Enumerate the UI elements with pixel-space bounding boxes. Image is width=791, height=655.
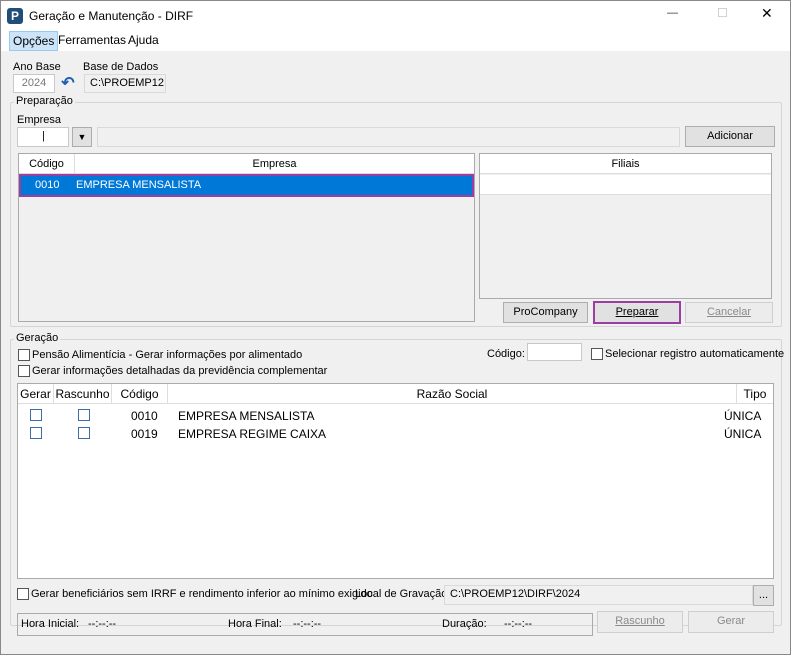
- procompany-button[interactable]: ProCompany: [503, 302, 588, 323]
- gerar-button[interactable]: Gerar: [688, 611, 774, 633]
- cancelar-button[interactable]: Cancelar: [685, 302, 773, 323]
- row-tipo: ÚNICA: [724, 427, 762, 441]
- hora-final-label: Hora Final:: [228, 618, 282, 630]
- row-razao: EMPRESA MENSALISTA: [178, 409, 315, 423]
- pensao-checkbox[interactable]: [18, 349, 30, 361]
- row-tipo: ÚNICA: [724, 409, 762, 423]
- empresa-name-field: [97, 127, 680, 147]
- window-title: Geração e Manutenção - DIRF: [29, 9, 194, 23]
- pensao-label: Pensão Alimentícia - Gerar informações p…: [32, 349, 303, 361]
- col-filiais: Filiais: [480, 154, 771, 174]
- table-row[interactable]: 0010 EMPRESA MENSALISTA ÚNICA: [18, 408, 773, 426]
- gerar-checkbox[interactable]: [30, 409, 42, 421]
- row-codigo: 0010: [35, 179, 60, 191]
- preparacao-title: Preparação: [14, 95, 75, 107]
- status-panel: Hora Inicial: --:--:-- Hora Final: --:--…: [17, 613, 593, 636]
- hora-inicial-value: --:--:--: [88, 618, 117, 630]
- col-codigo[interactable]: Código: [19, 154, 75, 174]
- menu-bar: Opções Ferramentas Ajuda: [1, 30, 790, 51]
- beneficiarios-label: Gerar beneficiários sem IRRF e rendiment…: [31, 588, 373, 600]
- auto-select-checkbox[interactable]: [591, 348, 603, 360]
- col-empresa[interactable]: Empresa: [75, 154, 474, 174]
- menu-ferramentas[interactable]: Ferramentas: [58, 33, 126, 47]
- empresa-code-input[interactable]: |: [17, 127, 69, 147]
- local-gravacao-label: Local de Gravação: [355, 588, 448, 600]
- col-codigo[interactable]: Código: [112, 384, 168, 404]
- filiais-grid: Filiais: [479, 153, 772, 299]
- base-dados-field: C:\PROEMP12: [84, 74, 166, 93]
- rascunho-checkbox[interactable]: [78, 427, 90, 439]
- browse-button[interactable]: ...: [753, 585, 774, 606]
- local-gravacao-field: C:\PROEMP12\DIRF\2024: [444, 585, 753, 605]
- col-rascunho[interactable]: Rascunho: [54, 384, 112, 404]
- codigo-label: Código:: [487, 348, 525, 360]
- ano-base-input[interactable]: 2024: [13, 74, 55, 93]
- empresa-label: Empresa: [17, 114, 62, 126]
- maximize-button[interactable]: ☐: [717, 6, 728, 20]
- empresa-grid: Código Empresa 0010 EMPRESA MENSALISTA: [18, 153, 475, 322]
- geracao-table: Gerar Rascunho Código Razão Social Tipo …: [17, 383, 774, 579]
- duracao-label: Duração:: [442, 618, 487, 630]
- menu-ajuda[interactable]: Ajuda: [128, 33, 159, 47]
- codigo-input[interactable]: [527, 343, 582, 361]
- gerar-checkbox[interactable]: [30, 427, 42, 439]
- row-codigo: 0010: [131, 409, 158, 423]
- rascunho-checkbox[interactable]: [78, 409, 90, 421]
- col-gerar[interactable]: Gerar: [18, 384, 54, 404]
- undo-icon[interactable]: ↶: [58, 74, 78, 93]
- previdencia-checkbox[interactable]: [18, 365, 30, 377]
- hora-inicial-label: Hora Inicial:: [21, 618, 80, 630]
- table-row[interactable]: 0019 EMPRESA REGIME CAIXA ÚNICA: [18, 426, 773, 444]
- menu-opcoes[interactable]: Opções: [9, 31, 59, 51]
- rascunho-button[interactable]: Rascunho: [597, 611, 683, 633]
- title-bar: P Geração e Manutenção - DIRF — ☐ ✕: [1, 1, 790, 30]
- app-logo-icon: P: [7, 8, 23, 24]
- base-dados-label: Base de Dados: [83, 61, 159, 73]
- table-row[interactable]: 0010 EMPRESA MENSALISTA: [19, 174, 474, 197]
- col-razao-social[interactable]: Razão Social: [168, 384, 737, 404]
- hora-final-value: --:--:--: [293, 618, 322, 630]
- preparar-button[interactable]: Preparar: [593, 301, 681, 324]
- auto-select-label: Selecionar registro automaticamente: [605, 348, 785, 360]
- ano-base-label: Ano Base: [13, 61, 61, 73]
- minimize-button[interactable]: —: [667, 7, 678, 19]
- row-empresa: EMPRESA MENSALISTA: [76, 179, 202, 191]
- col-tipo[interactable]: Tipo: [737, 384, 773, 404]
- row-razao: EMPRESA REGIME CAIXA: [178, 427, 327, 441]
- filiais-row[interactable]: [480, 175, 771, 195]
- close-button[interactable]: ✕: [761, 5, 773, 22]
- empresa-dropdown-button[interactable]: ▼: [72, 127, 92, 147]
- duracao-value: --:--:--: [504, 618, 533, 630]
- geracao-title: Geração: [14, 332, 61, 344]
- beneficiarios-checkbox[interactable]: [17, 588, 29, 600]
- row-codigo: 0019: [131, 427, 158, 441]
- adicionar-button[interactable]: Adicionar: [685, 126, 775, 147]
- previdencia-label: Gerar informações detalhadas da previdên…: [32, 365, 328, 377]
